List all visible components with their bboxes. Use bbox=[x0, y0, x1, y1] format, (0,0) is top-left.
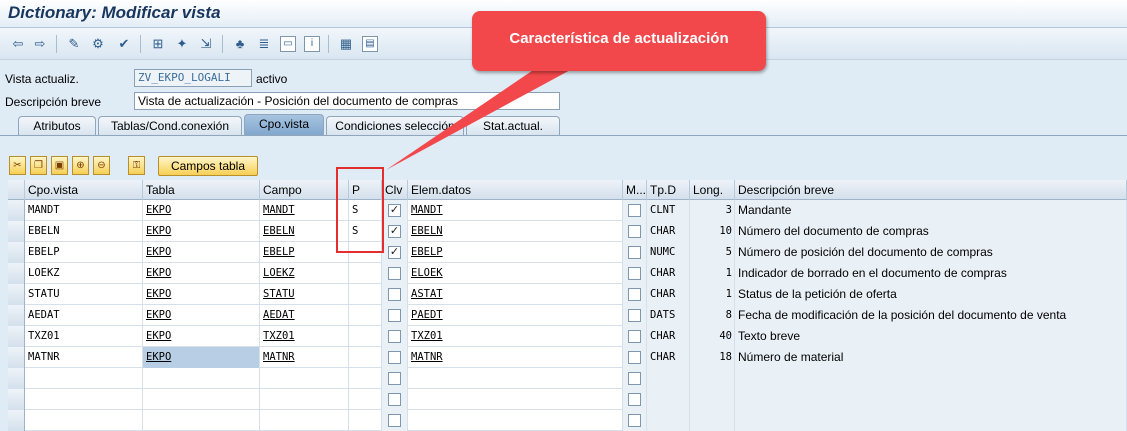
annotation-callout: Característica de actualización bbox=[472, 11, 766, 71]
callout-arrow-shape bbox=[386, 62, 585, 170]
